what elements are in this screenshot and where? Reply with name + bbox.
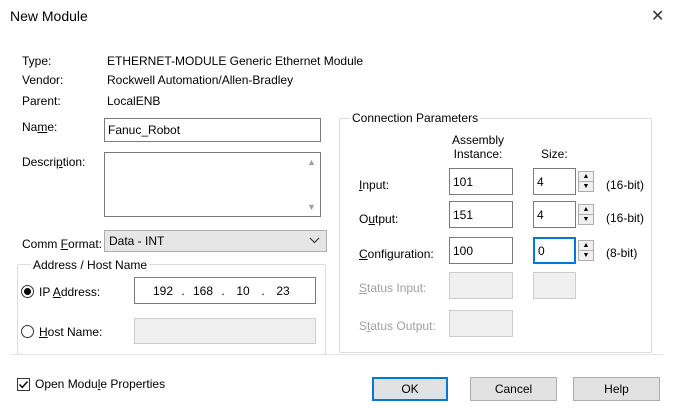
ip-separator: . — [261, 283, 265, 298]
ip-octet-2[interactable]: 168 — [187, 284, 219, 298]
parent-value: LocalENB — [107, 94, 161, 108]
ok-button[interactable]: OK — [372, 377, 448, 401]
vendor-label: Vendor: — [22, 73, 64, 87]
footer-divider — [10, 354, 663, 355]
configuration-size-unit: (8-bit) — [606, 246, 638, 260]
output-size-unit: (16-bit) — [606, 211, 645, 225]
parent-label: Parent: — [22, 94, 61, 108]
input-instance-field[interactable]: 101 — [449, 168, 513, 195]
ip-address-label[interactable]: IP Address: — [39, 285, 100, 299]
close-icon[interactable]: ✕ — [651, 6, 664, 26]
cancel-button[interactable]: Cancel — [470, 377, 557, 401]
status-output-label: Status Output: — [359, 319, 436, 333]
comm-format-select[interactable]: Data - INT — [104, 230, 327, 252]
comm-format-value: Data - INT — [109, 234, 165, 248]
input-label: Input: — [359, 178, 390, 192]
spin-down-icon[interactable]: ▼ — [579, 182, 593, 191]
chevron-down-icon — [309, 235, 320, 249]
ip-address-radio[interactable] — [21, 285, 34, 298]
assembly-instance-header: Assembly Instance: — [451, 133, 504, 161]
ip-octet-4[interactable]: 23 — [267, 284, 299, 298]
scroll-up-icon[interactable]: ▲ — [304, 154, 319, 170]
input-size-spinner[interactable]: ▲ ▼ — [578, 171, 594, 192]
output-size-field[interactable]: 4 — [533, 201, 576, 228]
checkmark-icon — [19, 381, 29, 389]
ip-separator: . — [181, 283, 185, 298]
configuration-instance-field[interactable]: 100 — [449, 237, 513, 264]
radio-selected-dot — [24, 288, 31, 295]
description-scrollbar[interactable]: ▲ ▼ — [304, 154, 319, 215]
description-label: Description: — [22, 155, 86, 169]
output-label: Output: — [359, 212, 399, 226]
output-size-spinner[interactable]: ▲ ▼ — [578, 204, 594, 225]
configuration-label: Configuration: — [359, 247, 434, 261]
input-size-field[interactable]: 4 — [533, 168, 576, 195]
connection-parameters-title: Connection Parameters — [350, 111, 481, 125]
host-name-field[interactable] — [134, 318, 316, 344]
help-button[interactable]: Help — [573, 377, 660, 401]
configuration-size-spinner[interactable]: ▲ ▼ — [578, 240, 594, 261]
output-instance-field[interactable]: 151 — [449, 201, 513, 228]
vendor-value: Rockwell Automation/Allen-Bradley — [107, 73, 294, 87]
status-input-label: Status Input: — [359, 281, 427, 295]
spin-down-icon[interactable]: ▼ — [579, 251, 593, 260]
ip-octet-3[interactable]: 10 — [227, 284, 259, 298]
size-header: Size: — [541, 147, 568, 161]
spin-down-icon[interactable]: ▼ — [579, 215, 593, 224]
name-field[interactable]: Fanuc_Robot — [104, 118, 321, 142]
type-label: Type: — [22, 54, 52, 68]
name-label: Name: — [22, 120, 58, 134]
spin-up-icon[interactable]: ▲ — [579, 241, 593, 251]
address-group-title: Address / Host Name — [31, 258, 150, 272]
type-value: ETHERNET-MODULE Generic Ethernet Module — [107, 54, 364, 68]
status-output-instance-field[interactable] — [449, 310, 513, 337]
ip-separator: . — [221, 283, 225, 298]
host-name-label[interactable]: Host Name: — [39, 325, 102, 339]
open-module-properties-label[interactable]: Open Module Properties — [35, 377, 165, 391]
scroll-down-icon[interactable]: ▼ — [304, 199, 319, 215]
status-input-instance-field[interactable] — [449, 272, 513, 299]
open-module-properties-checkbox[interactable] — [17, 378, 30, 391]
ip-octet-1[interactable]: 192 — [147, 284, 179, 298]
input-size-unit: (16-bit) — [606, 178, 645, 192]
status-input-size-field[interactable] — [533, 272, 576, 299]
configuration-size-field[interactable]: 0 — [533, 237, 576, 264]
host-name-radio[interactable] — [21, 325, 34, 338]
description-field[interactable]: ▲ ▼ — [104, 152, 321, 217]
spin-up-icon[interactable]: ▲ — [579, 205, 593, 215]
ip-address-field[interactable]: 192 . 168 . 10 . 23 — [134, 277, 316, 304]
comm-format-label: Comm Format: — [22, 237, 103, 251]
dialog-title: New Module — [10, 8, 88, 24]
spin-up-icon[interactable]: ▲ — [579, 172, 593, 182]
